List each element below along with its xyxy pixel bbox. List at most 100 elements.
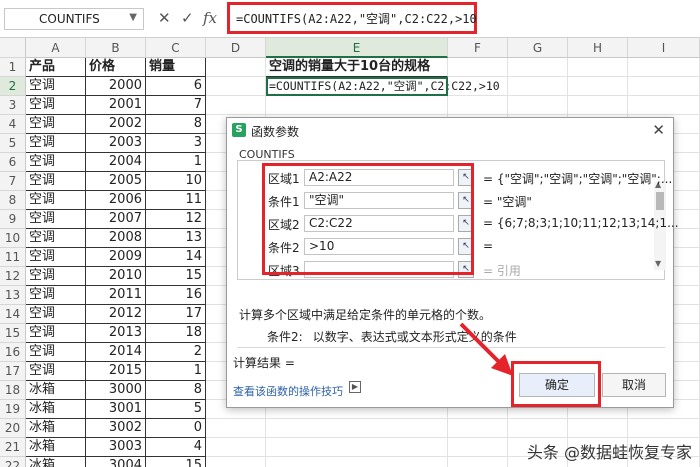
empty-cell[interactable] xyxy=(206,77,266,96)
empty-cell[interactable] xyxy=(628,419,700,438)
active-cell-e2[interactable]: =COUNTIFS(A2:A22,"空调",C2:C22,>10 xyxy=(266,77,500,96)
table-cell[interactable]: 6 xyxy=(146,77,206,96)
table-cell[interactable]: 17 xyxy=(146,305,206,324)
table-cell[interactable]: 2008 xyxy=(86,229,146,248)
close-icon[interactable]: ✕ xyxy=(652,121,665,139)
table-cell[interactable]: 1 xyxy=(146,153,206,172)
empty-cell[interactable] xyxy=(448,96,508,115)
row-header[interactable]: 21 xyxy=(0,438,26,457)
title-cell-e1[interactable]: 空调的销量大于10台的规格 xyxy=(266,58,448,77)
row-header[interactable]: 11 xyxy=(0,248,26,267)
row-header[interactable]: 8 xyxy=(0,191,26,210)
empty-cell[interactable] xyxy=(266,419,448,438)
empty-cell[interactable] xyxy=(266,96,448,115)
empty-cell[interactable] xyxy=(206,457,266,467)
table-cell[interactable]: 15 xyxy=(146,267,206,286)
empty-cell[interactable] xyxy=(508,96,568,115)
table-cell[interactable]: 空调 xyxy=(26,77,86,96)
confirm-icon[interactable]: ✓ xyxy=(181,9,194,27)
table-cell[interactable]: 8 xyxy=(146,381,206,400)
empty-cell[interactable] xyxy=(448,457,508,467)
table-cell[interactable]: 3004 xyxy=(86,457,146,467)
table-cell[interactable]: 空调 xyxy=(26,134,86,153)
empty-cell[interactable] xyxy=(206,58,266,77)
table-cell[interactable]: 2 xyxy=(146,343,206,362)
table-cell[interactable]: 冰箱 xyxy=(26,419,86,438)
table-cell[interactable]: 2009 xyxy=(86,248,146,267)
table-cell[interactable]: 2011 xyxy=(86,286,146,305)
column-header-g[interactable]: G xyxy=(508,38,568,58)
table-cell[interactable]: 2015 xyxy=(86,362,146,381)
empty-cell[interactable] xyxy=(568,419,628,438)
row-header[interactable]: 22 xyxy=(0,457,26,467)
row-header[interactable]: 17 xyxy=(0,362,26,381)
select-all-corner[interactable] xyxy=(0,38,26,58)
table-cell[interactable]: 冰箱 xyxy=(26,400,86,419)
row-header[interactable]: 10 xyxy=(0,229,26,248)
table-cell[interactable]: 2003 xyxy=(86,134,146,153)
table-cell[interactable]: 7 xyxy=(146,96,206,115)
empty-cell[interactable] xyxy=(508,419,568,438)
row-header[interactable]: 15 xyxy=(0,324,26,343)
help-link[interactable]: 查看该函数的操作技巧 xyxy=(233,383,343,399)
chevron-down-icon[interactable]: ▼ xyxy=(129,12,137,23)
table-cell[interactable]: 1 xyxy=(146,362,206,381)
empty-cell[interactable] xyxy=(628,77,700,96)
table-cell[interactable]: 2013 xyxy=(86,324,146,343)
fx-icon[interactable]: fx xyxy=(203,9,217,27)
table-cell[interactable]: 14 xyxy=(146,248,206,267)
table-cell[interactable]: 11 xyxy=(146,191,206,210)
empty-cell[interactable] xyxy=(206,96,266,115)
table-cell[interactable]: 3 xyxy=(146,134,206,153)
empty-cell[interactable] xyxy=(448,438,508,457)
table-cell[interactable]: 2007 xyxy=(86,210,146,229)
column-header-d[interactable]: D xyxy=(206,38,266,58)
table-cell[interactable]: 2006 xyxy=(86,191,146,210)
empty-cell[interactable] xyxy=(206,438,266,457)
row-header[interactable]: 6 xyxy=(0,153,26,172)
row-header[interactable]: 19 xyxy=(0,400,26,419)
table-cell[interactable]: 空调 xyxy=(26,286,86,305)
row-header[interactable]: 9 xyxy=(0,210,26,229)
table-cell[interactable]: 16 xyxy=(146,286,206,305)
row-header[interactable]: 18 xyxy=(0,381,26,400)
column-header-e[interactable]: E xyxy=(266,38,448,58)
empty-cell[interactable] xyxy=(448,58,508,77)
empty-cell[interactable] xyxy=(628,58,700,77)
table-cell[interactable]: 13 xyxy=(146,229,206,248)
table-cell[interactable]: 空调 xyxy=(26,172,86,191)
table-cell[interactable]: 15 xyxy=(146,457,206,467)
name-box[interactable]: COUNTIFS ▼ xyxy=(4,8,144,30)
table-cell[interactable]: 3000 xyxy=(86,381,146,400)
table-cell[interactable]: 空调 xyxy=(26,248,86,267)
column-header-f[interactable]: F xyxy=(448,38,508,58)
column-header-b[interactable]: B xyxy=(86,38,146,58)
table-cell[interactable]: 2004 xyxy=(86,153,146,172)
table-cell[interactable]: 销量 xyxy=(146,58,206,77)
row-header[interactable]: 1 xyxy=(0,58,26,77)
empty-cell[interactable] xyxy=(568,96,628,115)
row-header[interactable]: 20 xyxy=(0,419,26,438)
empty-cell[interactable] xyxy=(266,438,448,457)
table-cell[interactable]: 空调 xyxy=(26,267,86,286)
table-cell[interactable]: 10 xyxy=(146,172,206,191)
table-cell[interactable]: 3002 xyxy=(86,419,146,438)
empty-cell[interactable] xyxy=(266,457,448,467)
table-cell[interactable]: 空调 xyxy=(26,210,86,229)
table-cell[interactable]: 0 xyxy=(146,419,206,438)
table-cell[interactable]: 3003 xyxy=(86,438,146,457)
table-cell[interactable]: 空调 xyxy=(26,153,86,172)
table-cell[interactable]: 2010 xyxy=(86,267,146,286)
table-cell[interactable]: 8 xyxy=(146,115,206,134)
table-cell[interactable]: 2014 xyxy=(86,343,146,362)
table-cell[interactable]: 空调 xyxy=(26,115,86,134)
table-cell[interactable]: 18 xyxy=(146,324,206,343)
cancel-button[interactable]: 取消 xyxy=(602,373,666,397)
column-header-h[interactable]: H xyxy=(568,38,628,58)
table-cell[interactable]: 2012 xyxy=(86,305,146,324)
table-cell[interactable]: 3001 xyxy=(86,400,146,419)
row-header[interactable]: 2 xyxy=(0,77,26,96)
table-cell[interactable]: 空调 xyxy=(26,96,86,115)
cancel-icon[interactable]: ✕ xyxy=(158,9,171,27)
table-cell[interactable]: 冰箱 xyxy=(26,438,86,457)
